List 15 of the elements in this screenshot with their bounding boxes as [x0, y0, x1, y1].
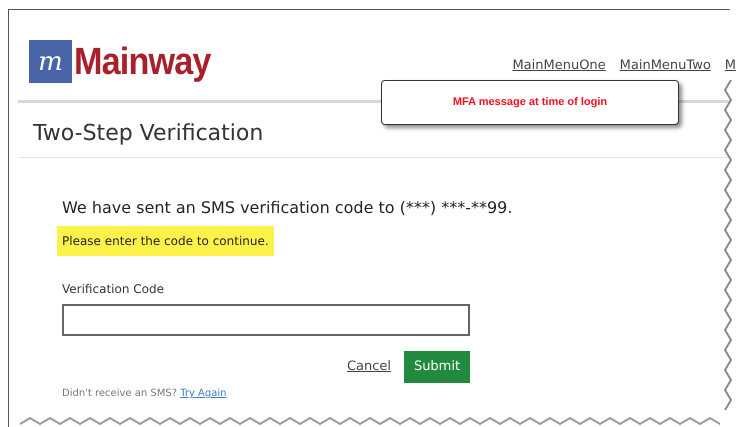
logo-text: Mainway [74, 42, 211, 80]
footer-text: Didn't receive an SMS? [62, 388, 178, 399]
submit-button[interactable]: Submit [404, 351, 470, 383]
field-label: Verification Code [62, 281, 165, 298]
logo-mark: m [29, 40, 72, 83]
highlight-note: Please enter the code to continue. [57, 226, 274, 256]
page-title: Two-Step Verification [33, 123, 264, 145]
callout-text: MFA message at time of login [452, 95, 608, 110]
sms-message: We have sent an SMS verification code to (***) ***-**99. [62, 197, 514, 219]
nav-link[interactable]: MainMenuTwo [620, 56, 711, 75]
verification-code-field[interactable] [62, 304, 470, 336]
nav-link[interactable]: MainMenuOne [512, 56, 606, 75]
nav-link[interactable]: M [724, 56, 736, 75]
cancel-link[interactable]: Cancel [346, 357, 391, 377]
try-again-link[interactable]: Try Again [180, 388, 226, 399]
